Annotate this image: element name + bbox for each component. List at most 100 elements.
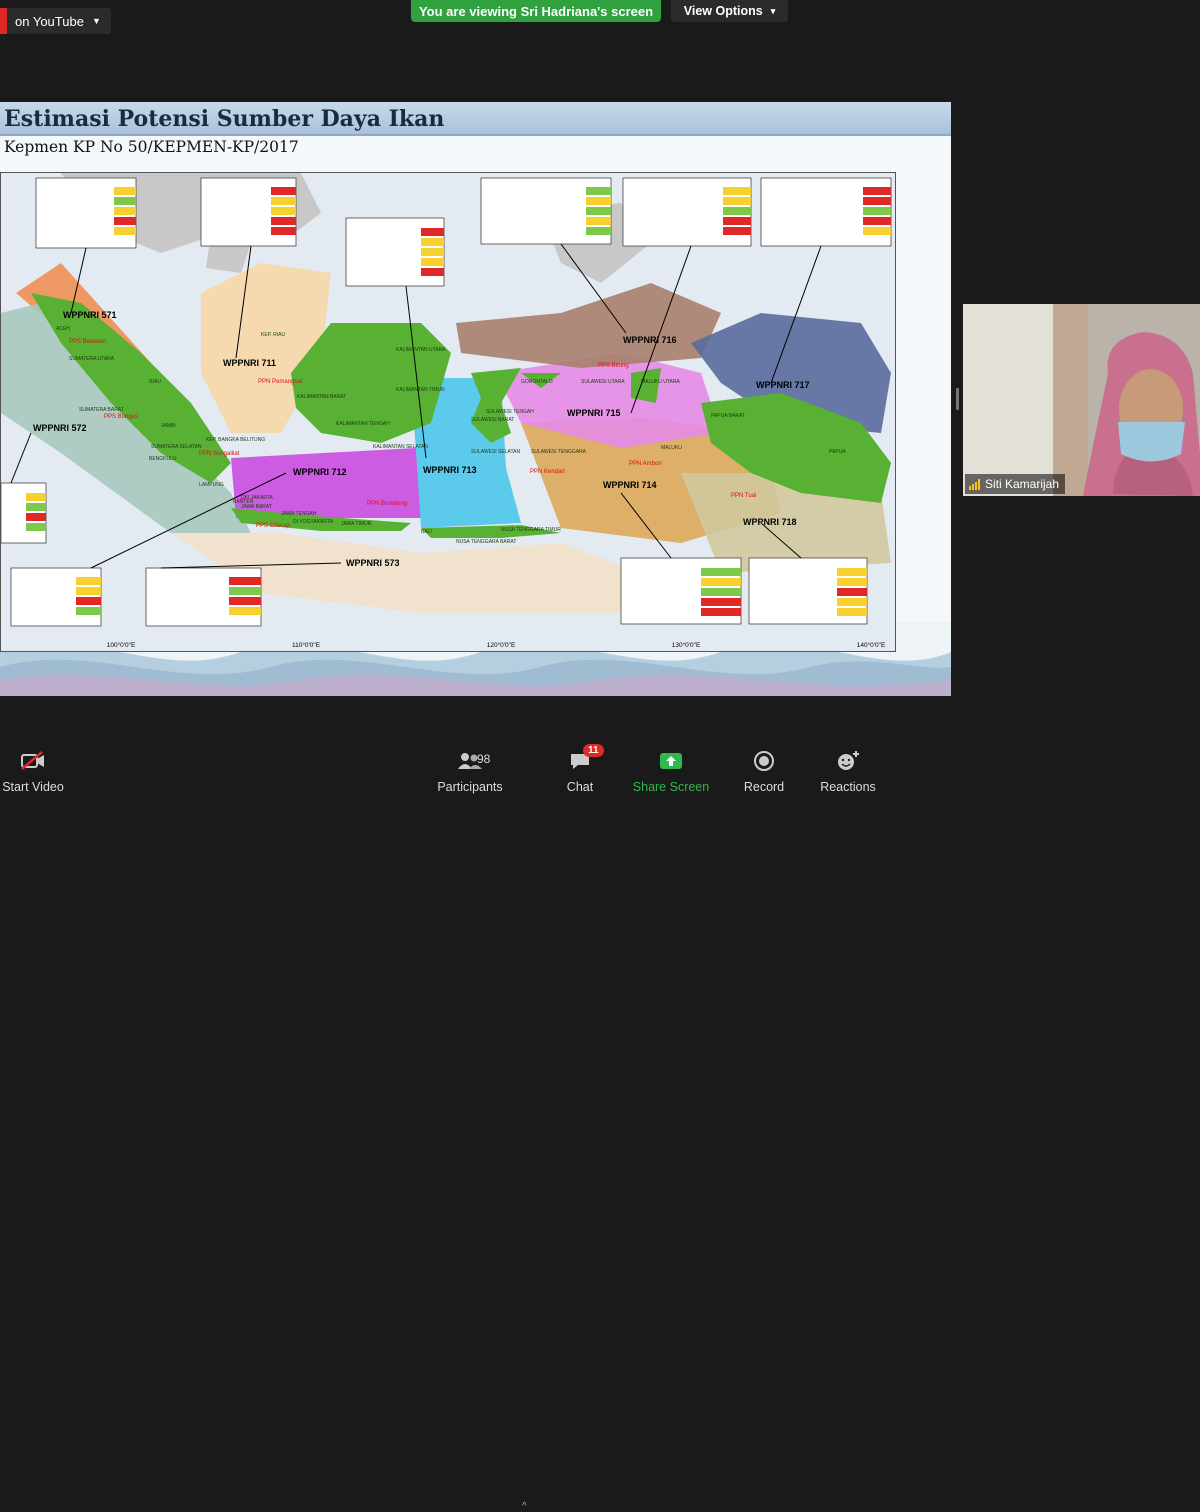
meeting-toolbar: Start Video 98 Participants ^ 11 Chat Sh…: [0, 743, 1200, 1512]
region-label: BALI: [421, 529, 432, 535]
youtube-stream-control: on YouTube ▼: [0, 8, 111, 34]
zone-label: WPPNRI 714: [603, 480, 657, 490]
region-label: SULAWESI TENGGARA: [531, 449, 587, 455]
region-label: SUMATERA SELATAN: [151, 444, 202, 450]
chat-button[interactable]: 11 Chat: [555, 743, 605, 800]
region-label: KEP. BANGKA BELITUNG: [206, 437, 265, 443]
reactions-button[interactable]: Reactions: [815, 743, 881, 800]
region-label: PAPUA BARAT: [711, 413, 745, 419]
region-label: SUMATERA UTARA: [69, 356, 115, 362]
chevron-down-icon: ▾: [770, 5, 776, 16]
slide-subtitle: Kepmen KP No 50/KEPMEN-KP/2017: [4, 138, 299, 156]
view-options-label: View Options: [683, 4, 763, 18]
region-label: KALIMANTAN TENGAH: [336, 421, 390, 427]
zone-label: WPPNRI 717: [756, 380, 810, 390]
region-label: JAWA TIMUR: [341, 521, 372, 527]
chat-unread-badge: 11: [583, 744, 604, 757]
port-label: PPN Tual: [731, 493, 756, 499]
region-label: RIAU: [149, 379, 161, 385]
region-label: MALUKU UTARA: [641, 379, 680, 385]
indonesia-map-svg: 110°0'0"E 120°0'0"E 130°0'0"E 140°0'0"E 100°…: [1, 173, 895, 651]
reactions-label: Reactions: [820, 780, 876, 794]
region-label: PAPUA: [829, 449, 846, 455]
start-video-label: Start Video: [2, 780, 64, 794]
share-screen-label: Share Screen: [632, 780, 710, 794]
participants-label: Participants: [437, 780, 503, 794]
participant-name: Siti Kamarijah: [985, 477, 1060, 491]
panel-resize-handle[interactable]: [956, 388, 959, 410]
view-options-button[interactable]: View Options ▾: [671, 0, 788, 22]
zone-label: WPPNRI 718: [743, 517, 797, 527]
region-label: SULAWESI BARAT: [471, 417, 514, 423]
region-label: NUSA TENGGARA TIMUR: [501, 527, 561, 533]
record-icon: [753, 748, 775, 774]
chevron-down-icon: ▼: [91, 16, 101, 26]
region-label: DKI JAKARTA: [241, 495, 273, 501]
zone-label: WPPNRI 711: [223, 358, 276, 368]
region-label: JAWA TENGAH: [281, 511, 317, 517]
region-label: SULAWESI SELATAN: [471, 449, 520, 455]
participants-button[interactable]: 98 Participants: [430, 743, 510, 800]
chat-icon: 11: [569, 744, 604, 774]
longitude-label-bottom: 110°0'0"E: [292, 641, 321, 649]
record-button[interactable]: Record: [738, 743, 790, 800]
region-label: KALIMANTAN UTARA: [396, 347, 446, 353]
participants-count: 98: [477, 752, 491, 766]
longitude-label-bottom: 120°0'0"E: [487, 641, 516, 649]
zone-label: WPPNRI 573: [346, 558, 400, 568]
youtube-button-label: on YouTube: [15, 13, 84, 29]
region-label: GORONTALO: [521, 379, 553, 385]
region-label: NUSA TENGGARA BARAT: [456, 539, 516, 545]
region-label: ACEH: [56, 326, 70, 332]
youtube-button[interactable]: on YouTube ▼: [7, 8, 111, 34]
port-label: PPS Bungus: [104, 414, 138, 420]
share-screen-icon: [659, 748, 683, 774]
participants-icon: 98: [457, 748, 490, 774]
video-off-icon: [20, 748, 46, 774]
port-label: PPS Belawan: [69, 339, 106, 345]
port-label: PPN Pemangkat: [258, 379, 303, 385]
viewing-banner: You are viewing Sri Hadriana's screen: [411, 0, 661, 22]
port-label: PPS Bitung: [598, 363, 629, 369]
participant-name-tag: Siti Kamarijah: [965, 474, 1066, 494]
fisheries-map: 110°0'0"E 120°0'0"E 130°0'0"E 140°0'0"E 100°…: [0, 172, 896, 652]
port-label: PPN Brondong: [367, 501, 407, 507]
chat-label: Chat: [566, 780, 594, 794]
live-indicator: [0, 8, 7, 34]
port-label: PPN Ambon: [629, 461, 662, 467]
zone-label: WPPNRI 713: [423, 465, 477, 475]
zone-label: WPPNRI 716: [623, 335, 677, 345]
chevron-up-icon[interactable]: ^: [522, 1501, 527, 1512]
start-video-button[interactable]: Start Video: [0, 743, 66, 800]
zone-label: WPPNRI 712: [293, 467, 347, 477]
participant-video-frame: [963, 304, 1200, 496]
region-label: JAMBI: [161, 423, 176, 429]
shared-screen: Estimasi Potensi Sumber Daya Ikan Kepmen…: [0, 102, 951, 696]
slide-title: Estimasi Potensi Sumber Daya Ikan: [4, 106, 445, 132]
region-label: KEP. RIAU: [261, 332, 285, 338]
longitude-label-bottom: 140°0'0"E: [857, 641, 886, 649]
region-label: DI YOGYAKARTA: [293, 519, 334, 525]
region-label: KALIMANTAN TIMUR: [396, 387, 445, 393]
region-label: BENGKULU: [149, 456, 177, 462]
share-screen-button[interactable]: Share Screen: [630, 743, 712, 800]
zone-label: WPPNRI 572: [33, 423, 87, 433]
port-label: PPN Sungailiat: [199, 451, 240, 457]
halmahera-island: [631, 368, 661, 403]
region-label: KALIMANTAN BARAT: [297, 394, 346, 400]
region-label: SULAWESI UTARA: [581, 379, 625, 385]
port-label: PPN Kendari: [530, 469, 565, 475]
port-label: PPS Cilacap: [256, 523, 290, 529]
region-label: KALIMANTAN SELATAN: [373, 444, 428, 450]
region-label: SUMATERA BARAT: [79, 407, 124, 413]
zone-label: WPPNRI 715: [567, 408, 621, 418]
longitude-label-bottom: 100°0'0"E: [107, 641, 136, 649]
reactions-icon: [836, 748, 860, 774]
region-label: LAMPUNG: [199, 482, 224, 488]
region-label: MALUKU: [661, 445, 682, 451]
zone-label: WPPNRI 571: [63, 310, 117, 320]
participant-video-tile[interactable]: Siti Kamarijah: [963, 304, 1200, 496]
record-label: Record: [743, 780, 785, 794]
region-label: SULAWESI TENGAH: [486, 409, 534, 415]
longitude-label-bottom: 130°0'0"E: [672, 641, 701, 649]
